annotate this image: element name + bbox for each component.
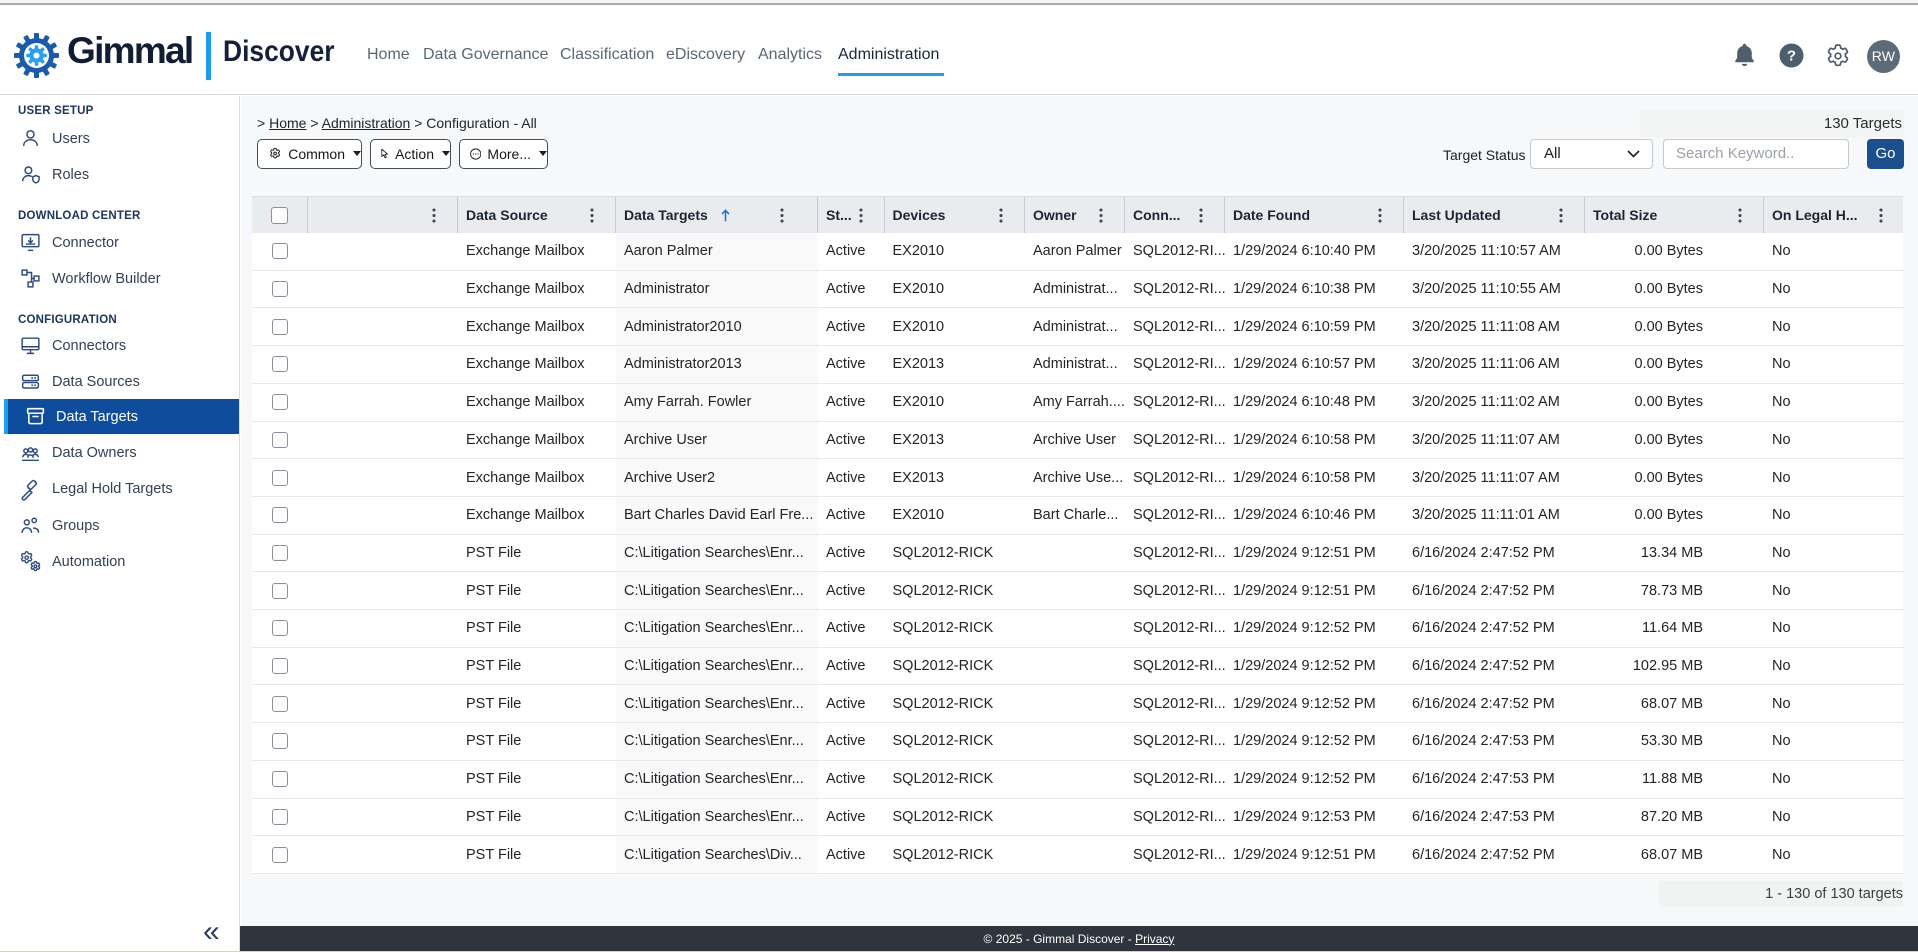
svg-text:?: ? (1787, 47, 1796, 64)
